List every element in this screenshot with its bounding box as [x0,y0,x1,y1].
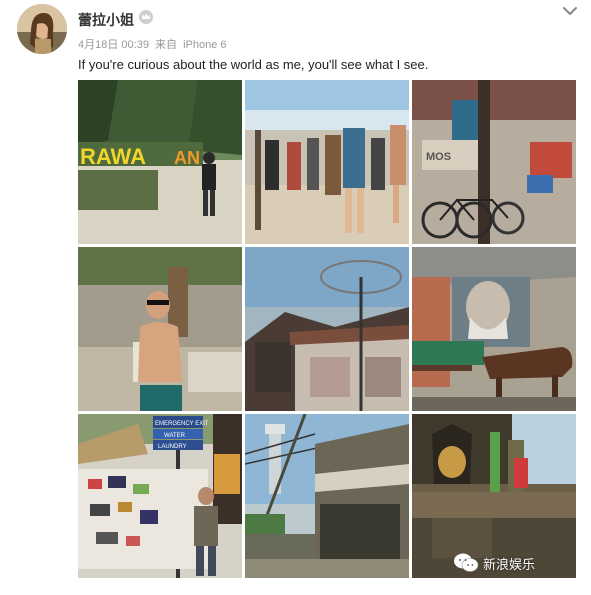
signpost-2: WATER [164,433,186,439]
photo-6[interactable] [412,247,576,411]
post-meta: 4月18日 00:39 来自 iPhone 6 [78,36,230,52]
photo-1[interactable]: RAWA AN [78,80,242,244]
watermark: 新浪娱乐 [453,551,535,575]
wechat-icon [454,553,479,572]
weibo-post: 蕾拉小姐 4月18日 00:39 来自 iPhone 6 If you're c… [0,0,591,595]
post-timestamp[interactable]: 4月18日 00:39 [78,39,149,51]
photo-grid: RAWA AN MOS EMERGENCY EXIT WATER LAUNDRY [78,80,576,578]
post-text: If you're curious about the world as me,… [78,57,429,72]
photo-7[interactable]: EMERGENCY EXIT WATER LAUNDRY [78,414,242,578]
photo-5[interactable] [245,247,409,411]
vip-crown-icon [139,10,153,24]
sign-rawa: RAWA [80,144,146,169]
sign-an: AN [174,148,200,168]
chevron-down-icon[interactable] [561,4,579,18]
photo-2[interactable] [245,80,409,244]
signpost-3: LAUNDRY [158,444,187,450]
watermark-text: 新浪娱乐 [483,556,536,572]
photo-3[interactable]: MOS [412,80,576,244]
photo-4[interactable] [78,247,242,411]
source-device[interactable]: iPhone 6 [183,39,226,51]
source-prefix: 来自 [155,39,177,51]
photo-8[interactable] [245,414,409,578]
shop-sign: MOS [426,151,451,163]
username[interactable]: 蕾拉小姐 [78,10,134,30]
avatar[interactable] [17,4,67,54]
signpost-1: EMERGENCY EXIT [155,421,209,427]
